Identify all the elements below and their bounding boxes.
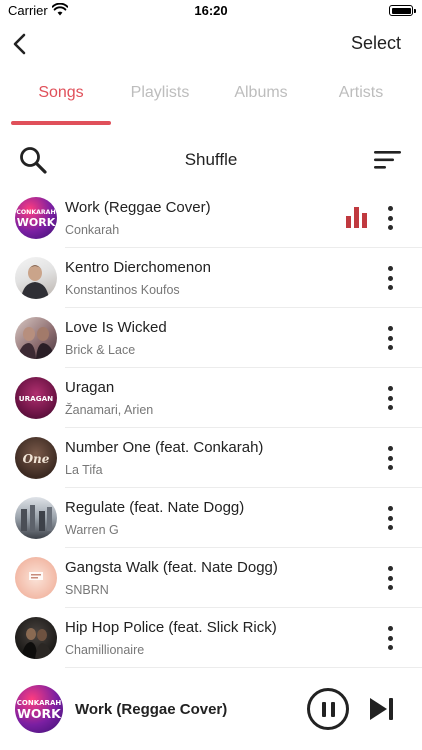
song-list: CONKARAH WORK Work (Reggae Cover) Conkar…	[0, 188, 422, 668]
more-options-button[interactable]	[381, 265, 401, 291]
more-options-button[interactable]	[381, 325, 401, 351]
album-art	[15, 497, 57, 539]
svg-text:WORK: WORK	[17, 706, 62, 721]
active-tab-indicator	[11, 121, 111, 125]
sort-icon	[374, 151, 401, 169]
song-title: Love Is Wicked	[65, 319, 167, 336]
album-art-logo: One	[23, 452, 50, 466]
album-art: One	[15, 437, 57, 479]
status-time: 16:20	[194, 3, 228, 18]
tab-artists[interactable]: Artists	[311, 84, 411, 102]
more-options-button[interactable]	[381, 565, 401, 591]
song-artist: Žanamari, Arien	[65, 403, 154, 417]
status-bar: Carrier 16:20	[0, 0, 422, 22]
now-playing-album-art: CONKARAH WORK	[15, 685, 63, 733]
album-art	[15, 557, 57, 599]
song-row[interactable]: Love Is Wicked Brick & Lace	[0, 308, 422, 368]
svg-text:CONKARAH: CONKARAH	[16, 209, 55, 216]
song-artist: SNBRN	[65, 583, 109, 597]
tab-albums[interactable]: Albums	[211, 84, 311, 102]
album-art-logo: CONKARAH WORK	[17, 699, 62, 721]
more-options-button[interactable]	[381, 625, 401, 651]
album-art	[15, 617, 57, 659]
tab-songs[interactable]: Songs	[11, 84, 111, 102]
song-title: Gangsta Walk (feat. Nate Dogg)	[65, 559, 278, 576]
song-row[interactable]: CONKARAH WORK Work (Reggae Cover) Conkar…	[0, 188, 422, 248]
song-title: Number One (feat. Conkarah)	[65, 439, 264, 456]
next-track-button[interactable]	[368, 695, 396, 723]
more-options-button[interactable]	[381, 505, 401, 531]
song-artist: Brick & Lace	[65, 343, 136, 357]
tab-bar: Songs Playlists Albums Artists	[0, 76, 422, 126]
more-options-button[interactable]	[381, 385, 401, 411]
song-title: Uragan	[65, 379, 115, 396]
select-button[interactable]: Select	[351, 33, 401, 54]
navigation-bar: Select	[0, 22, 422, 66]
chevron-left-icon	[13, 33, 26, 55]
album-art	[15, 317, 57, 359]
mini-player[interactable]: CONKARAH WORK Work (Reggae Cover)	[0, 680, 422, 750]
more-options-button[interactable]	[381, 205, 401, 231]
equalizer-icon	[346, 207, 367, 228]
song-artist: Chamillionaire	[65, 643, 145, 657]
song-title: Regulate (feat. Nate Dogg)	[65, 499, 245, 516]
sort-button[interactable]	[373, 148, 403, 172]
battery-icon	[389, 5, 416, 16]
tab-playlists[interactable]: Playlists	[110, 84, 210, 102]
album-art	[15, 257, 57, 299]
shuffle-button[interactable]: Shuffle	[185, 150, 238, 169]
pause-button[interactable]	[307, 688, 349, 730]
skip-next-icon	[370, 698, 393, 720]
song-row[interactable]: One Number One (feat. Conkarah) La Tifa	[0, 428, 422, 488]
song-row[interactable]: Kentro Dierchomenon Konstantinos Koufos	[0, 248, 422, 308]
svg-text:WORK: WORK	[17, 216, 56, 229]
svg-text:One: One	[23, 452, 50, 466]
pause-icon	[321, 702, 326, 717]
song-artist: Warren G	[65, 523, 119, 537]
song-row[interactable]: Regulate (feat. Nate Dogg) Warren G	[0, 488, 422, 548]
album-art-logo: CONKARAH WORK	[16, 209, 56, 229]
song-artist: La Tifa	[65, 463, 103, 477]
song-title: Hip Hop Police (feat. Slick Rick)	[65, 619, 277, 636]
song-artist: Conkarah	[65, 223, 120, 237]
song-row[interactable]: Hip Hop Police (feat. Slick Rick) Chamil…	[0, 608, 422, 668]
album-art-logo: URAGAN	[19, 394, 53, 403]
svg-text:URAGAN: URAGAN	[19, 394, 53, 403]
back-button[interactable]	[8, 28, 36, 60]
list-toolbar: Shuffle	[0, 138, 422, 182]
song-title: Kentro Dierchomenon	[65, 259, 211, 276]
song-row[interactable]: URAGAN Uragan Žanamari, Arien	[0, 368, 422, 428]
album-art: URAGAN	[15, 377, 57, 419]
more-options-button[interactable]	[381, 445, 401, 471]
song-artist: Konstantinos Koufos	[65, 283, 180, 297]
song-row[interactable]: Gangsta Walk (feat. Nate Dogg) SNBRN	[0, 548, 422, 608]
album-art: CONKARAH WORK	[15, 197, 57, 239]
now-playing-title: Work (Reggae Cover)	[75, 701, 228, 718]
song-title: Work (Reggae Cover)	[65, 199, 211, 216]
